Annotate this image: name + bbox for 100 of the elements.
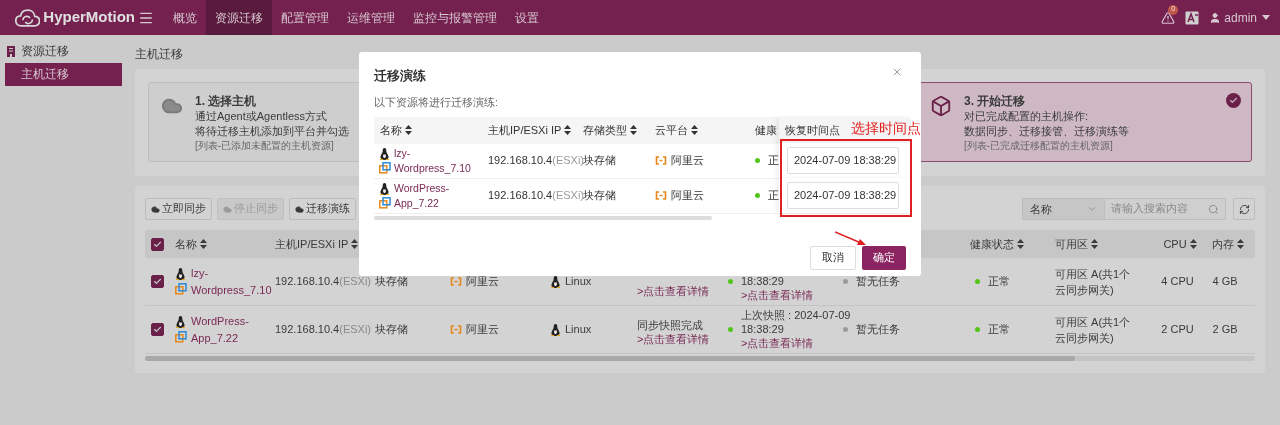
checkbox[interactable] xyxy=(151,237,164,251)
table-cell: 2 CPU xyxy=(1161,323,1194,336)
sort-icon[interactable] xyxy=(405,125,412,135)
nav-tab[interactable]: 概览 xyxy=(164,0,206,35)
step-note: [列表-已添加未配置的主机资源] xyxy=(195,139,335,153)
column-header[interactable]: 主机IP/ESXi IP xyxy=(488,121,572,139)
sort-icon[interactable] xyxy=(691,125,698,135)
step-description: 通过Agent或Agentless方式 xyxy=(195,109,329,124)
cloud-brand-icon xyxy=(655,191,667,200)
table-cell-text: 暂无任务 xyxy=(856,274,900,290)
vm-icon xyxy=(175,331,187,343)
translate-icon[interactable] xyxy=(1185,10,1200,25)
caret-icon[interactable] xyxy=(1262,15,1270,20)
table-cell: 4 CPU xyxy=(1161,275,1194,288)
page-title: 主机迁移 xyxy=(135,46,184,61)
table-cell: 上次快照 : 2024-07-09 xyxy=(741,307,851,322)
table-cell-text: 同步快照完成 xyxy=(637,317,704,332)
column-header[interactable]: 内存 xyxy=(1211,235,1244,253)
building-icon xyxy=(6,45,16,57)
host-name-link[interactable]: WordPress-App_7.22 xyxy=(394,180,482,211)
time-select[interactable]: 2024-07-09 18:38:29 xyxy=(787,147,899,174)
details-link[interactable]: >点击查看详情 xyxy=(741,335,851,350)
filter-select[interactable]: 名称 xyxy=(1022,198,1105,220)
toolbar-button[interactable]: 迁移演练 xyxy=(289,198,356,220)
table-cell: 192.168.10.4(ESXi) xyxy=(275,323,371,336)
table-cell-text: 正 xyxy=(768,153,779,169)
logo-icon xyxy=(15,6,41,29)
checkbox[interactable] xyxy=(151,275,164,288)
table-cell-text: 可用区 A(共1个云同步网关) xyxy=(1055,314,1132,346)
table-cell-text: 阿里云 xyxy=(671,153,704,169)
toolbar-button[interactable]: 立即同步 xyxy=(145,198,212,220)
column-header[interactable]: 云平台 xyxy=(655,121,698,139)
user-name[interactable]: admin xyxy=(1224,8,1257,27)
table-cell: 192.168.10.4(ESXi) xyxy=(275,275,371,288)
nav-tab[interactable]: 配置管理 xyxy=(272,0,338,35)
column-header[interactable]: 健康 xyxy=(755,121,777,139)
refresh-icon xyxy=(1238,203,1250,215)
cloud-icon xyxy=(223,204,232,214)
refresh-button[interactable] xyxy=(1233,198,1255,220)
table-cell-text: Linux xyxy=(565,274,592,290)
nav-tab[interactable]: 监控与报警管理 xyxy=(404,0,506,35)
cloud-icon xyxy=(151,204,160,214)
column-header[interactable]: 可用区 xyxy=(1055,235,1098,253)
nav-tab[interactable]: 资源迁移 xyxy=(206,0,272,35)
host-name-link[interactable]: WordPress-App_7.22 xyxy=(191,312,269,347)
step-description: 将待迁移主机添加到平台并勾选 xyxy=(195,124,349,139)
sidebar-item[interactable]: 主机迁移 xyxy=(5,63,122,86)
column-header[interactable]: 存储类型 xyxy=(583,121,637,139)
table-cell-text: 阿里云 xyxy=(466,322,499,338)
table-cell-text: 18:38:29 xyxy=(741,273,785,288)
details-link[interactable]: >点击查看详情 xyxy=(637,331,725,346)
cloud-brand-icon xyxy=(655,156,667,165)
column-header[interactable]: CPU xyxy=(1163,235,1197,253)
scrollbar[interactable] xyxy=(374,215,712,220)
alert-icon[interactable] xyxy=(1161,10,1176,25)
penguin-icon xyxy=(175,268,186,280)
sort-icon[interactable] xyxy=(1091,239,1098,249)
confirm-button[interactable]: 确定 xyxy=(862,245,906,270)
sort-icon[interactable] xyxy=(1017,239,1024,249)
sort-icon[interactable] xyxy=(630,125,637,135)
details-link[interactable]: >点击查看详情 xyxy=(741,287,814,302)
check-icon xyxy=(1226,93,1241,108)
column-header[interactable]: 恢复时间点 xyxy=(785,121,840,139)
penguin-icon xyxy=(175,316,186,328)
penguin-icon xyxy=(379,147,390,160)
nav-tab[interactable]: 设置 xyxy=(506,0,548,35)
column-header[interactable]: 主机IP/ESXi IP xyxy=(275,235,359,253)
column-header[interactable]: 名称 xyxy=(175,235,207,253)
table-cell: 192.168.10.4(ESXi) xyxy=(488,154,584,167)
table-cell-text: 正常 xyxy=(988,274,1010,290)
cloud-icon xyxy=(295,204,304,214)
time-select[interactable]: 2024-07-09 18:38:29 xyxy=(787,182,899,209)
step-title: 1. 选择主机 xyxy=(195,93,258,109)
cancel-button[interactable]: 取消 xyxy=(810,245,856,270)
table-cell-text: 18:38:29 xyxy=(741,321,785,336)
sort-icon[interactable] xyxy=(1189,239,1197,249)
table-cell-text: 暂无任务 xyxy=(856,322,900,338)
table-cell: 块存储 xyxy=(583,154,616,167)
user-icon[interactable] xyxy=(1209,11,1222,24)
cloud-brand-icon xyxy=(450,277,462,286)
check-icon xyxy=(153,239,162,249)
column-header[interactable]: 健康状态 xyxy=(970,235,1024,253)
table-cell-text: 阿里云 xyxy=(671,188,704,204)
nav-tab[interactable]: 运维管理 xyxy=(338,0,404,35)
sort-icon[interactable] xyxy=(200,239,207,249)
table-cell-text: 正 xyxy=(768,188,779,204)
table-cell: 块存储 xyxy=(375,275,408,288)
column-header[interactable]: 名称 xyxy=(380,121,412,139)
scrollbar[interactable] xyxy=(145,356,1255,361)
table-cell: 块存储 xyxy=(583,189,616,202)
host-name-link[interactable]: lzy-Wordpress_7.10 xyxy=(191,264,269,299)
details-link[interactable]: >点击查看详情 xyxy=(637,283,725,298)
brand-name: HyperMotion xyxy=(43,7,135,28)
table-cell-text: Linux xyxy=(565,322,592,338)
sort-icon[interactable] xyxy=(564,125,572,135)
checkbox[interactable] xyxy=(151,323,164,336)
sort-icon[interactable] xyxy=(1236,239,1244,249)
table-cell: 块存储 xyxy=(375,323,408,336)
step-description: 对已完成配置的主机操作: xyxy=(964,109,1090,124)
table-cell-text: 可用区 A(共1个云同步网关) xyxy=(1055,266,1132,298)
